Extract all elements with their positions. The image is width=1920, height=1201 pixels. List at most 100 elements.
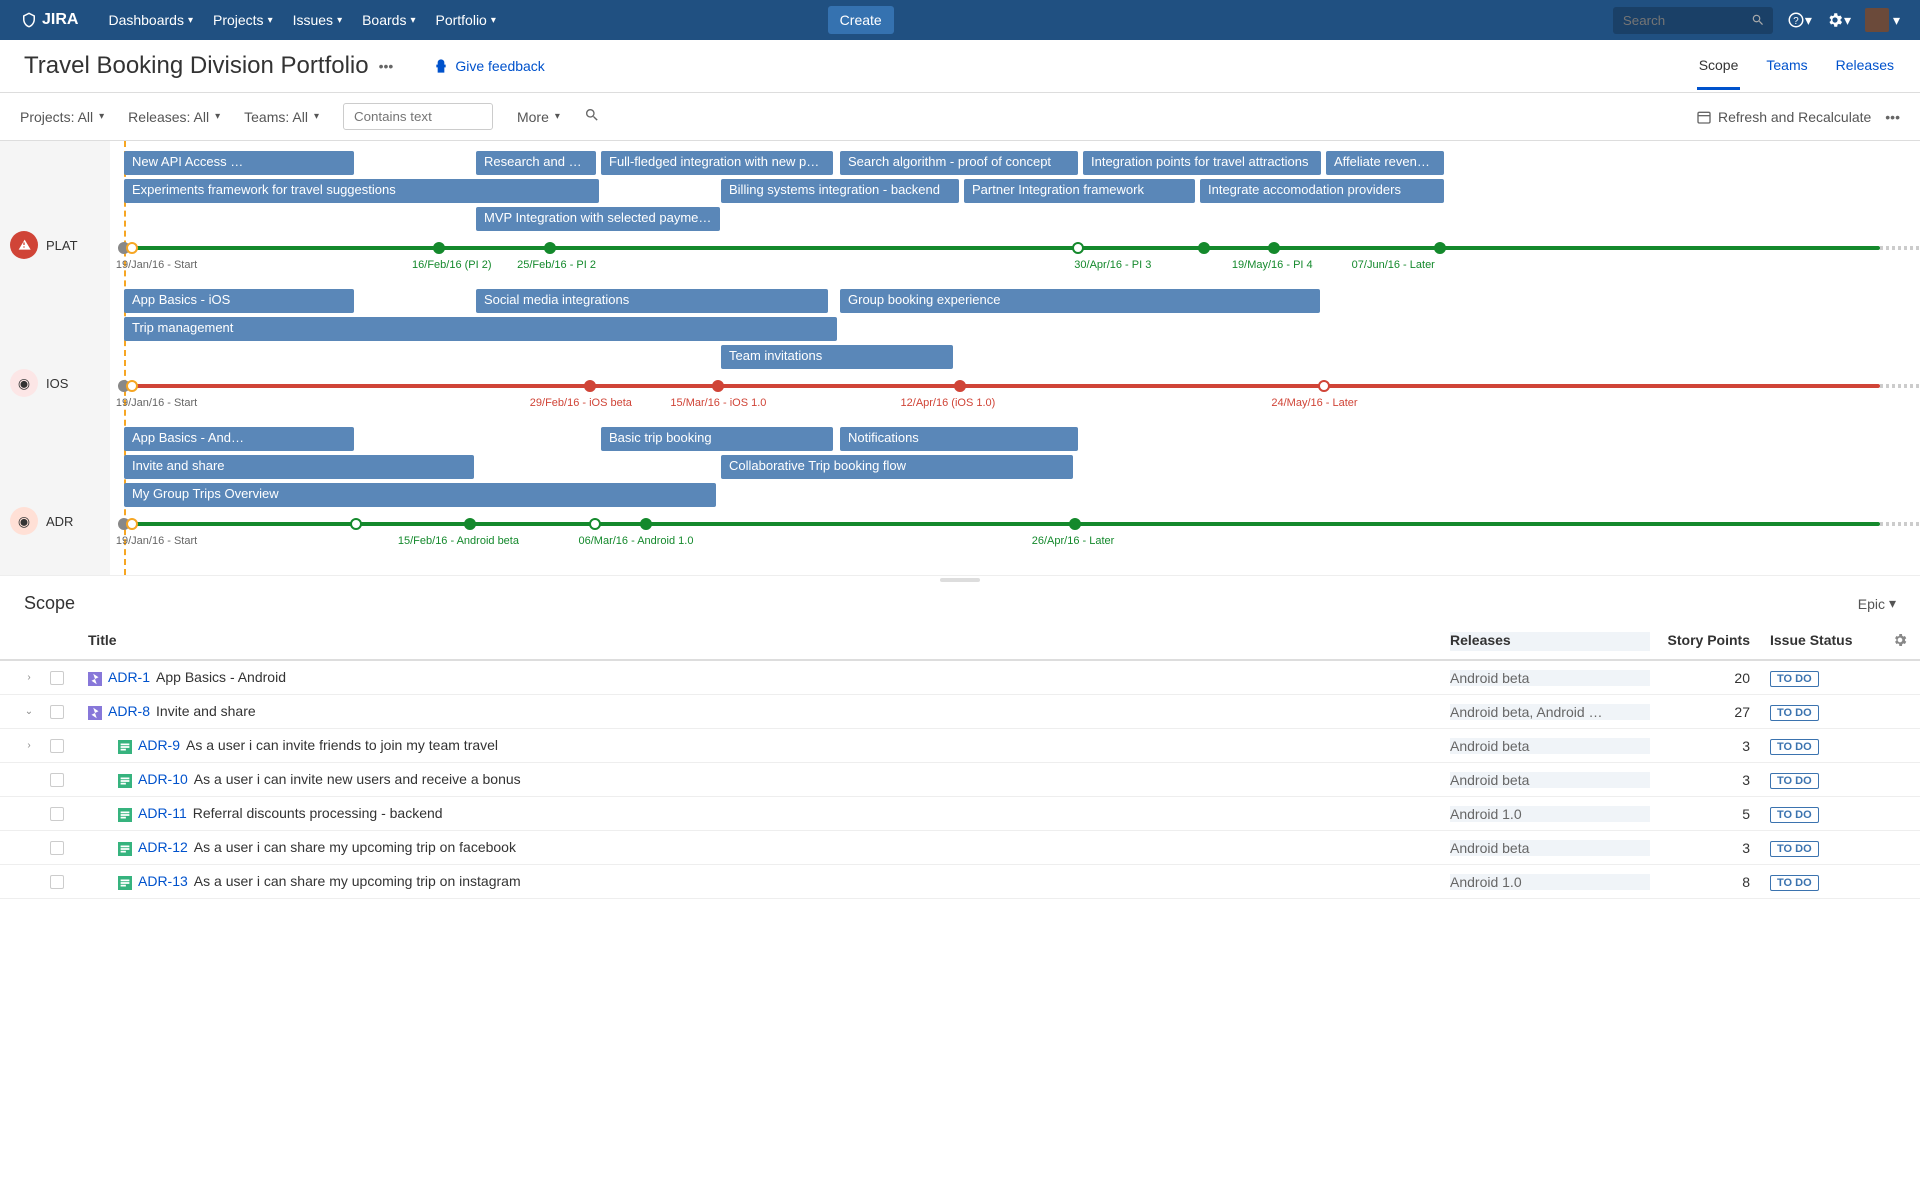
row-checkbox[interactable] <box>50 705 64 719</box>
search-input[interactable] <box>1613 7 1773 34</box>
filter-more[interactable]: More▾ <box>517 109 560 125</box>
timeline-marker[interactable] <box>350 518 362 530</box>
recalculate-button[interactable]: Refresh and Recalculate <box>1696 109 1871 125</box>
timeline-marker[interactable] <box>1072 242 1084 254</box>
table-row[interactable]: ›ADR-1App Basics - AndroidAndroid beta20… <box>0 661 1920 695</box>
table-row[interactable]: ADR-13As a user i can share my upcoming … <box>0 865 1920 899</box>
nav-item-dashboards[interactable]: Dashboards▾ <box>98 0 203 40</box>
timeline-marker[interactable] <box>1198 242 1210 254</box>
status-badge[interactable]: TO DO <box>1770 773 1819 789</box>
epic-bar[interactable]: Social media integrations <box>476 289 828 313</box>
timeline-marker[interactable] <box>954 380 966 392</box>
timeline-marker[interactable] <box>584 380 596 392</box>
issue-key[interactable]: ADR-1 <box>108 669 150 685</box>
settings-icon[interactable]: ▾ <box>1826 11 1851 29</box>
issue-key[interactable]: ADR-12 <box>138 839 188 855</box>
jira-logo[interactable]: JIRA <box>20 11 78 29</box>
help-icon[interactable]: ? ▾ <box>1787 11 1812 29</box>
epic-bar[interactable]: App Basics - iOS <box>124 289 354 313</box>
filter-search-input[interactable] <box>343 103 493 130</box>
tab-teams[interactable]: Teams <box>1764 57 1809 90</box>
status-badge[interactable]: TO DO <box>1770 705 1819 721</box>
epic-bar[interactable]: MVP Integration with selected payment… <box>476 207 720 231</box>
status-badge[interactable]: TO DO <box>1770 875 1819 891</box>
filter-releases[interactable]: Releases: All▾ <box>128 109 220 125</box>
timeline-marker[interactable] <box>126 380 138 392</box>
epic-bar[interactable]: Notifications <box>840 427 1078 451</box>
table-row[interactable]: ⌄ADR-8Invite and shareAndroid beta, Andr… <box>0 695 1920 729</box>
gear-icon[interactable] <box>1892 635 1908 651</box>
expand-icon[interactable]: ⌄ <box>8 706 50 717</box>
col-title[interactable]: Title <box>80 632 1450 651</box>
filter-projects[interactable]: Projects: All▾ <box>20 109 104 125</box>
col-status[interactable]: Issue Status <box>1770 632 1880 651</box>
epic-bar[interactable]: Experiments framework for travel suggest… <box>124 179 599 203</box>
scope-view-selector[interactable]: Epic▾ <box>1858 595 1896 612</box>
epic-bar[interactable]: Full-fledged integration with new paym… <box>601 151 833 175</box>
issue-key[interactable]: ADR-10 <box>138 771 188 787</box>
nav-item-issues[interactable]: Issues▾ <box>283 0 353 40</box>
nav-item-portfolio[interactable]: Portfolio▾ <box>425 0 505 40</box>
row-checkbox[interactable] <box>50 875 64 889</box>
feedback-link[interactable]: Give feedback <box>433 58 545 74</box>
row-checkbox[interactable] <box>50 671 64 685</box>
epic-bar[interactable]: Affeliate revenue … <box>1326 151 1444 175</box>
tab-scope[interactable]: Scope <box>1697 57 1741 90</box>
create-button[interactable]: Create <box>828 6 894 34</box>
issue-key[interactable]: ADR-13 <box>138 873 188 889</box>
row-checkbox[interactable] <box>50 773 64 787</box>
issue-key[interactable]: ADR-11 <box>138 805 187 821</box>
epic-bar[interactable]: Research and ev… <box>476 151 596 175</box>
status-badge[interactable]: TO DO <box>1770 841 1819 857</box>
filter-teams[interactable]: Teams: All▾ <box>244 109 319 125</box>
nav-item-projects[interactable]: Projects▾ <box>203 0 283 40</box>
issue-key[interactable]: ADR-8 <box>108 703 150 719</box>
col-points[interactable]: Story Points <box>1650 632 1770 651</box>
timeline-marker[interactable] <box>712 380 724 392</box>
epic-bar[interactable]: Billing systems integration - backend <box>721 179 959 203</box>
status-badge[interactable]: TO DO <box>1770 739 1819 755</box>
epic-bar[interactable]: Collaborative Trip booking flow <box>721 455 1073 479</box>
table-row[interactable]: ›ADR-9As a user i can invite friends to … <box>0 729 1920 763</box>
row-checkbox[interactable] <box>50 841 64 855</box>
epic-bar[interactable]: Basic trip booking <box>601 427 833 451</box>
epic-bar[interactable]: Group booking experience <box>840 289 1320 313</box>
timeline-marker[interactable] <box>1318 380 1330 392</box>
row-checkbox[interactable] <box>50 739 64 753</box>
pane-divider[interactable] <box>0 575 1920 583</box>
table-row[interactable]: ADR-11Referral discounts processing - ba… <box>0 797 1920 831</box>
epic-bar[interactable]: Partner Integration framework <box>964 179 1195 203</box>
epic-bar[interactable]: Integration points for travel attraction… <box>1083 151 1321 175</box>
page-more-icon[interactable]: ••• <box>379 58 394 74</box>
tab-releases[interactable]: Releases <box>1834 57 1896 90</box>
epic-bar[interactable]: New API Access … <box>124 151 354 175</box>
epic-bar[interactable]: Invite and share <box>124 455 474 479</box>
user-avatar[interactable]: ▾ <box>1865 8 1900 32</box>
timeline-body[interactable]: New API Access … Research and ev…Full-fle… <box>110 141 1920 575</box>
filter-more-icon[interactable]: ••• <box>1885 109 1900 125</box>
timeline-marker[interactable] <box>126 242 138 254</box>
timeline-marker[interactable] <box>544 242 556 254</box>
timeline-marker[interactable] <box>1069 518 1081 530</box>
table-row[interactable]: ADR-10As a user i can invite new users a… <box>0 763 1920 797</box>
expand-icon[interactable]: › <box>8 740 50 751</box>
epic-bar[interactable]: Team invitations <box>721 345 953 369</box>
nav-item-boards[interactable]: Boards▾ <box>352 0 425 40</box>
issue-key[interactable]: ADR-9 <box>138 737 180 753</box>
row-checkbox[interactable] <box>50 807 64 821</box>
timeline-marker[interactable] <box>640 518 652 530</box>
expand-icon[interactable]: › <box>8 672 50 683</box>
epic-bar[interactable]: App Basics - And… <box>124 427 354 451</box>
timeline-marker[interactable] <box>464 518 476 530</box>
timeline-marker[interactable] <box>1434 242 1446 254</box>
table-row[interactable]: ADR-12As a user i can share my upcoming … <box>0 831 1920 865</box>
timeline-marker[interactable] <box>126 518 138 530</box>
epic-bar[interactable]: Integrate accomodation providers <box>1200 179 1444 203</box>
timeline-marker[interactable] <box>433 242 445 254</box>
timeline-marker[interactable] <box>1268 242 1280 254</box>
status-badge[interactable]: TO DO <box>1770 671 1819 687</box>
epic-bar[interactable]: My Group Trips Overview <box>124 483 716 507</box>
timeline-marker[interactable] <box>589 518 601 530</box>
col-releases[interactable]: Releases <box>1450 632 1650 651</box>
epic-bar[interactable]: Search algorithm - proof of concept <box>840 151 1078 175</box>
